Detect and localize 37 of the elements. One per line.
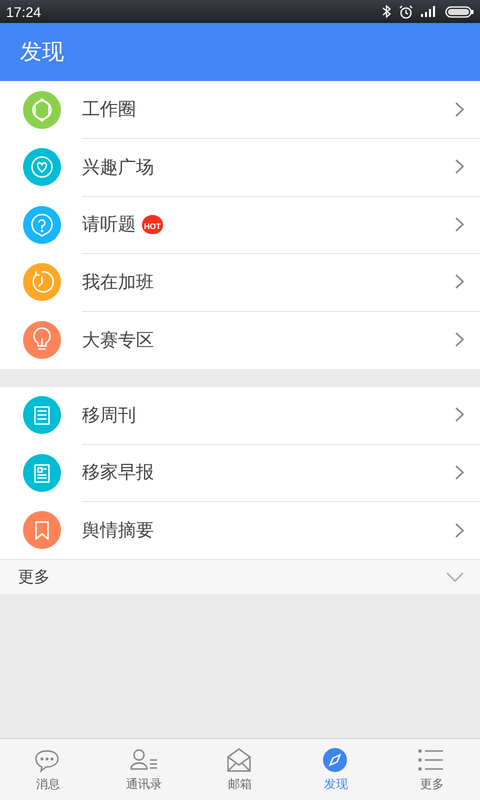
menu-item-label: 舆情摘要 [82, 519, 154, 542]
tab[interactable]: 通讯录 [96, 739, 192, 800]
menu-item-label: 兴趣广场 [82, 156, 154, 179]
menu-item[interactable]: 移家早报 [0, 444, 480, 502]
menu-item-label: 工作圈 [82, 98, 136, 122]
signal-icon [421, 6, 437, 17]
menu-item-label: 我在加班 [82, 270, 154, 294]
page-title: 发现 [20, 39, 64, 67]
status-time: 17:24 [6, 4, 42, 20]
tab[interactable]: 邮箱 [192, 739, 288, 800]
bluetooth-icon [382, 5, 391, 18]
chevron-icon [455, 102, 464, 117]
menu-item[interactable]: 移周刊 [0, 386, 480, 444]
chevron-icon [455, 216, 464, 232]
chevron-icon [455, 464, 464, 480]
menu-item[interactable]: 大赛专区 [0, 311, 480, 368]
chevron-icon [455, 274, 464, 290]
alarm-icon [399, 4, 413, 18]
tab[interactable]: 更多 [384, 739, 480, 800]
menu-item-label: 请听题 [82, 213, 136, 236]
tab[interactable]: 消息 [0, 739, 96, 800]
menu-item-label: 移家早报 [82, 461, 154, 484]
menu-item[interactable]: 工作圈 [0, 81, 480, 138]
menu-item[interactable]: 我在加班 [0, 254, 480, 311]
chevron-icon [455, 332, 464, 348]
battery-icon [445, 6, 474, 18]
hot-badge: HOT [142, 214, 163, 234]
chevron-icon [455, 159, 464, 174]
more-row[interactable]: 更多 [0, 559, 480, 594]
menu-item[interactable]: 请听题 HOT [0, 196, 480, 254]
menu-item-label: 大赛专区 [82, 328, 154, 352]
menu-item-label: 移周刊 [82, 404, 136, 427]
menu-item[interactable]: 舆情摘要 [0, 502, 480, 559]
chevron-icon [455, 522, 464, 538]
menu-item[interactable]: 兴趣广场 [0, 138, 480, 196]
more-label: 更多 [18, 566, 50, 588]
chevron-icon [455, 407, 464, 422]
